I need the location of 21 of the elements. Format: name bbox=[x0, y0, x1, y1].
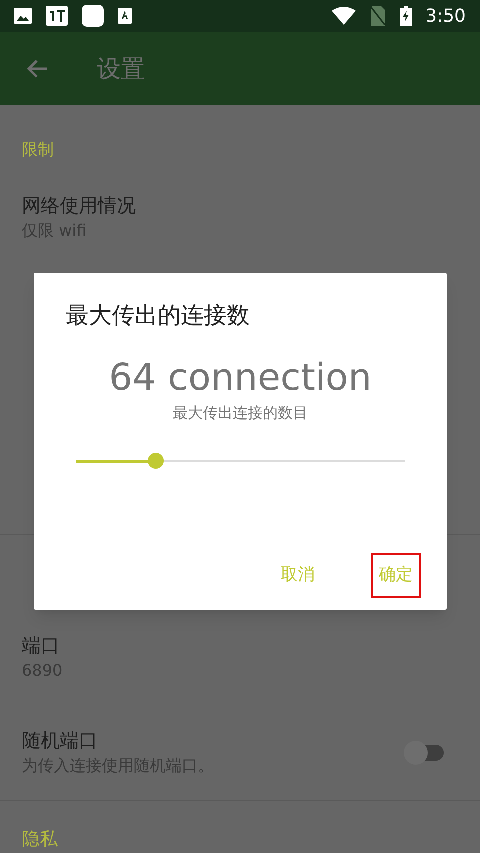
battery-charging-icon bbox=[400, 6, 412, 26]
value-caption: 最大传出连接的数目 bbox=[173, 402, 308, 424]
wifi-icon bbox=[332, 7, 356, 25]
app-bar-title: 设置 bbox=[97, 54, 145, 84]
value-readout: 64 connection bbox=[109, 356, 372, 400]
image-icon bbox=[14, 8, 32, 24]
section-header: 限制 bbox=[22, 139, 54, 161]
section-header: 隐私 bbox=[22, 828, 58, 852]
setting-title: 网络使用情况 bbox=[22, 194, 137, 218]
back-arrow-icon[interactable] bbox=[26, 58, 48, 78]
dialog-button[interactable]: 取消 bbox=[273, 553, 323, 598]
text-size-icon bbox=[46, 6, 68, 26]
setting-title: 端口 bbox=[22, 634, 61, 658]
font-icon bbox=[118, 8, 132, 24]
clock: 3:50 bbox=[426, 4, 466, 28]
slider-thumb[interactable] bbox=[148, 453, 164, 469]
dialog-button[interactable]: 确定 bbox=[371, 553, 421, 598]
no-sim-icon bbox=[370, 6, 386, 26]
dialog-title: 最大传出的连接数 bbox=[66, 302, 250, 331]
setting-title: 随机端口 bbox=[22, 728, 99, 754]
app-icon bbox=[82, 5, 104, 27]
